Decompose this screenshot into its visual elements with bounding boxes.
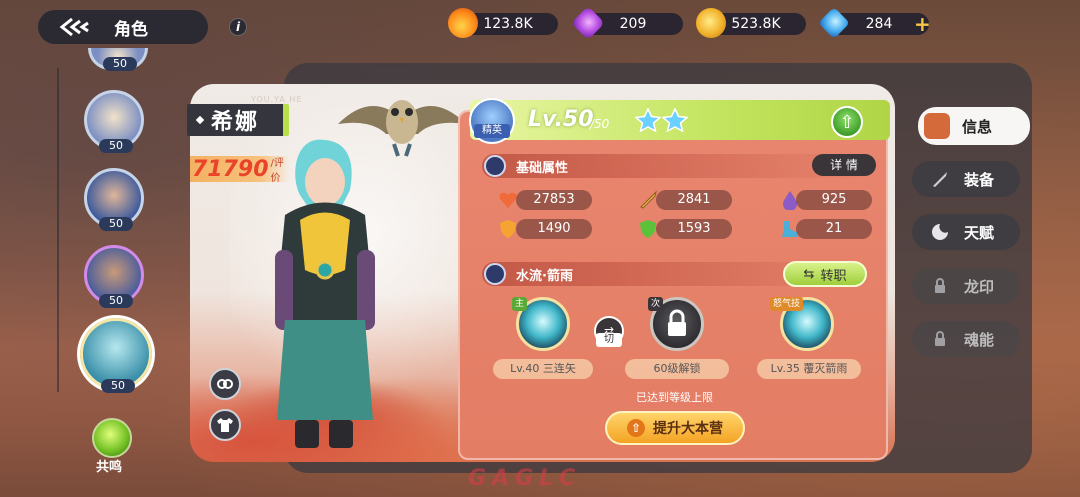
currency-coin-value: 523.8K xyxy=(731,16,781,32)
upgrade-base-button[interactable]: ⇧ 提升大本营 xyxy=(605,411,745,445)
tab-dragon-seal[interactable]: 龙印 xyxy=(912,268,1020,304)
character-name: 希娜 xyxy=(211,110,260,135)
skill-tag-main: 主 xyxy=(512,297,528,311)
skill-label-ultimate: Lv.35 覆灭箭雨 xyxy=(757,359,861,379)
roster-scrollbar[interactable] xyxy=(57,68,59,392)
owl-companion xyxy=(338,100,466,157)
arrow-up-icon: ⇧ xyxy=(839,111,855,133)
page-title: 角色 xyxy=(114,19,148,40)
max-level-note: 已达到等级上限 xyxy=(636,391,713,404)
hero-level-badge: 50 xyxy=(99,294,133,308)
stat-attack: 2841 xyxy=(656,190,732,210)
star-icon xyxy=(662,108,688,132)
level-max: /50 xyxy=(590,117,610,131)
stat-speed: 21 xyxy=(796,219,872,239)
roster-hero-2[interactable]: 50 xyxy=(84,168,144,231)
tab-dragon-seal-label: 龙印 xyxy=(964,277,995,296)
gold-coin-icon xyxy=(696,8,726,38)
stat-magic: 925 xyxy=(796,190,872,210)
arrow-up-icon: ⇧ xyxy=(627,419,645,437)
roster-hero-3[interactable]: 50 xyxy=(84,245,144,308)
currency-fire-value: 123.8K xyxy=(483,16,533,32)
level-up-button[interactable]: ⇧ xyxy=(831,106,863,138)
hero-level-badge: 50 xyxy=(103,57,137,71)
back-button[interactable]: 角色 xyxy=(38,10,208,44)
class-title: 水流·箭雨 xyxy=(516,268,573,284)
rating-badge: 71790 /评价 xyxy=(190,156,290,184)
rating-value: 71790 xyxy=(192,156,269,182)
detail-button[interactable]: 详 情 xyxy=(812,154,876,176)
rating-label: /评价 xyxy=(270,158,284,184)
tab-soul-energy-label: 魂能 xyxy=(964,330,995,349)
upgrade-label: 提升大本营 xyxy=(653,421,723,437)
attributes-title: 基础属性 xyxy=(516,160,569,176)
outfit-button[interactable] xyxy=(209,409,241,441)
resonance-label: 共鸣 xyxy=(96,460,123,475)
tab-info-label: 信息 xyxy=(962,117,993,136)
back-arrow-icon xyxy=(59,17,89,37)
skill-label-main: Lv.40 三连矢 xyxy=(493,359,593,379)
roster-hero-selected[interactable]: 50 xyxy=(80,318,152,393)
hero-level-badge: 50 xyxy=(99,139,133,153)
tab-equipment[interactable]: 装备 xyxy=(912,161,1020,197)
class-icon xyxy=(484,263,506,285)
skill-switch-label: 切 xyxy=(596,333,622,347)
currency-coin[interactable]: 523.8K xyxy=(696,8,806,38)
currency-gem-value: 284 xyxy=(865,16,893,32)
skill-tag-secondary: 次 xyxy=(648,297,664,311)
tab-talent[interactable]: 天赋 xyxy=(912,214,1020,250)
level-text: Lv.50 xyxy=(528,107,594,132)
shirt-icon xyxy=(217,418,233,432)
character-name-sub: YOU.YA HE xyxy=(251,95,303,104)
swap-icon: ⇆ xyxy=(803,266,815,282)
heart-icon xyxy=(499,192,517,208)
stat-hp: 27853 xyxy=(516,190,592,210)
currency-crystal-value: 209 xyxy=(619,16,647,32)
link-button[interactable] xyxy=(209,368,241,400)
sword-icon xyxy=(933,172,947,187)
skill-label-secondary: 60级解锁 xyxy=(625,359,729,379)
currency-crystal[interactable]: 209 xyxy=(571,6,683,40)
character-name-tag: 希娜 xyxy=(187,104,289,136)
tab-soul-energy[interactable]: 魂能 xyxy=(912,321,1020,357)
hero-level-badge: 50 xyxy=(99,217,133,231)
tab-talent-label: 天赋 xyxy=(964,223,995,242)
lock-icon xyxy=(935,331,945,346)
link-icon xyxy=(217,379,233,389)
tab-equipment-label: 装备 xyxy=(964,170,995,189)
job-change-label: 转职 xyxy=(820,268,847,284)
shield-green-icon xyxy=(640,220,656,238)
book-icon xyxy=(924,113,950,139)
elite-label: 精英 xyxy=(474,124,510,138)
stat-defense: 1490 xyxy=(516,219,592,239)
skill-tag-ultimate: 怒气技 xyxy=(770,297,804,311)
stat-resist: 1593 xyxy=(656,219,732,239)
shield-orange-icon xyxy=(500,220,516,238)
job-change-button[interactable]: ⇆ 转职 xyxy=(783,261,867,287)
hero-level-badge: 50 xyxy=(101,379,135,393)
fire-token-icon xyxy=(448,8,478,38)
tab-info[interactable]: 信息 xyxy=(918,107,1030,145)
add-gem-button[interactable]: + xyxy=(914,12,931,36)
lock-icon xyxy=(935,278,945,293)
info-icon[interactable]: i xyxy=(229,18,247,36)
attributes-icon xyxy=(484,155,506,177)
currency-fire[interactable]: 123.8K xyxy=(448,8,558,38)
resonance-button[interactable] xyxy=(92,418,132,458)
star-icon xyxy=(635,108,661,132)
talent-icon xyxy=(932,224,948,240)
watermark: GAGLC xyxy=(468,466,582,491)
roster-hero-1[interactable]: 50 xyxy=(84,90,144,153)
sword-icon xyxy=(640,190,657,209)
